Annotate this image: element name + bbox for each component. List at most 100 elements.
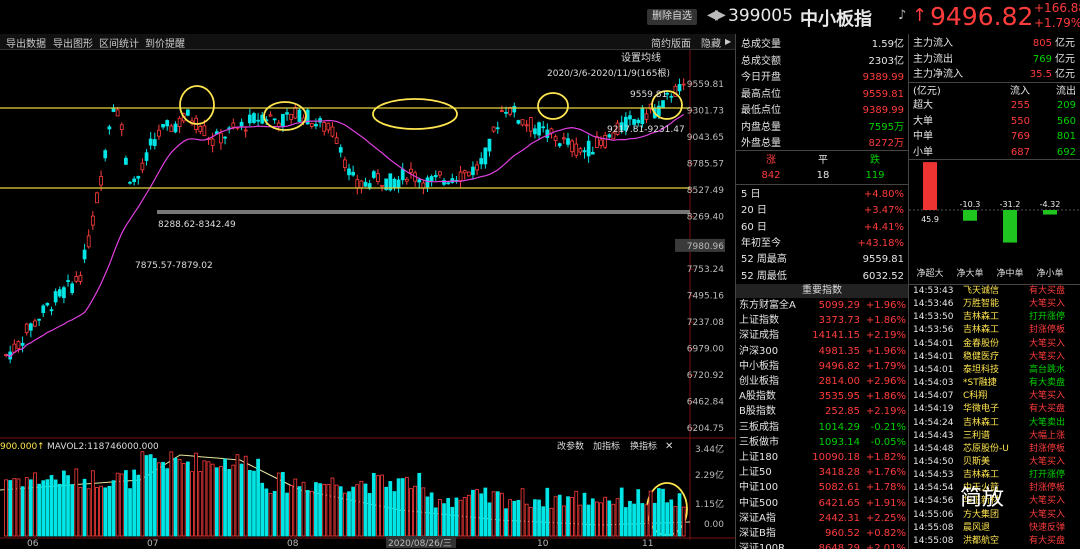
candle[interactable] <box>318 116 322 128</box>
index-row[interactable]: 上证50 3418.28 +1.76% <box>736 465 908 480</box>
ma-settings-button[interactable]: 设置均线 <box>621 51 661 64</box>
alert-row[interactable]: 14:54:07 C科翔 大笔买入 <box>909 390 1080 403</box>
candle[interactable] <box>429 174 434 187</box>
alert-row[interactable]: 14:54:48 芯原股份-U 封涨停板 <box>909 443 1080 456</box>
candle[interactable] <box>561 132 566 144</box>
candle[interactable] <box>483 147 488 169</box>
alert-row[interactable]: 14:53:50 吉林森工 打开涨停 <box>909 311 1080 324</box>
candle[interactable] <box>223 136 227 145</box>
candle[interactable] <box>161 123 165 130</box>
candle[interactable] <box>404 176 409 185</box>
candle[interactable] <box>557 142 562 148</box>
candle[interactable] <box>8 345 13 364</box>
remove-watchlist-button[interactable]: 删除自选 <box>647 9 697 25</box>
candle[interactable] <box>239 118 244 131</box>
alert-row[interactable]: 14:54:50 贝斯美 大笔买入 <box>909 456 1080 469</box>
alert-row[interactable]: 14:55:08 洪都航空 有大买盘 <box>909 535 1080 548</box>
candle[interactable] <box>413 170 417 187</box>
candle[interactable] <box>590 146 595 155</box>
candle[interactable] <box>582 147 587 159</box>
candle[interactable] <box>57 286 62 298</box>
candle[interactable] <box>148 131 153 150</box>
candle[interactable] <box>433 170 438 182</box>
candle[interactable] <box>128 180 132 185</box>
candle[interactable] <box>41 304 46 317</box>
candle[interactable] <box>124 155 128 165</box>
index-row[interactable]: 深证成指 14141.15 +2.19% <box>736 328 908 343</box>
candle[interactable] <box>20 336 25 353</box>
candle[interactable] <box>252 111 256 125</box>
candle[interactable] <box>388 173 393 192</box>
candle[interactable] <box>12 339 17 353</box>
candle[interactable] <box>454 176 459 184</box>
candle[interactable] <box>376 169 380 185</box>
candle[interactable] <box>425 175 430 192</box>
candle[interactable] <box>400 162 405 185</box>
candle[interactable] <box>322 120 327 136</box>
index-row[interactable]: A股指数 3535.95 +1.86% <box>736 389 908 404</box>
candle[interactable] <box>260 111 265 125</box>
alert-row[interactable]: 14:54:19 华微电子 有大买盘 <box>909 403 1080 416</box>
candle[interactable] <box>70 281 75 296</box>
candle[interactable] <box>198 124 203 135</box>
next-stock-icon[interactable]: ▶ <box>715 7 726 23</box>
candle[interactable] <box>185 109 190 117</box>
candle[interactable] <box>62 285 66 304</box>
candle[interactable] <box>190 117 194 126</box>
candle[interactable] <box>669 93 674 103</box>
candle[interactable] <box>574 137 579 159</box>
candle[interactable] <box>152 132 157 150</box>
candle[interactable] <box>537 121 541 139</box>
candle[interactable] <box>450 173 455 184</box>
index-row[interactable]: 东方财富全A 5099.29 +1.96% <box>736 298 908 313</box>
candle[interactable] <box>37 318 41 326</box>
close-icon[interactable]: ✕ <box>665 441 673 452</box>
price-alert-button[interactable]: 到价提醒 <box>145 35 185 50</box>
candle[interactable] <box>371 169 376 180</box>
candle[interactable] <box>516 119 521 125</box>
index-row[interactable]: 中证500 6421.65 +1.91% <box>736 496 908 511</box>
candle[interactable] <box>462 169 467 180</box>
candle[interactable] <box>119 122 124 137</box>
candle[interactable] <box>392 177 397 191</box>
edit-params-button[interactable]: 改参数 <box>557 440 584 452</box>
candle[interactable] <box>347 163 351 181</box>
kline-chart-area[interactable]: 9559.81 9301.73 9043.65 8785.57 8527.49 8269.… <box>0 50 735 549</box>
candle[interactable] <box>545 123 550 143</box>
candle[interactable] <box>384 178 389 191</box>
alert-row[interactable]: 14:54:01 泰坦科技 高台跳水 <box>909 364 1080 377</box>
candle[interactable] <box>140 158 145 174</box>
hide-arrow-icon[interactable]: ▶ <box>725 37 731 46</box>
switch-indicator-button[interactable]: 换指标 <box>630 440 657 452</box>
alert-row[interactable]: 14:55:08 晨风退 快速反弹 <box>909 522 1080 535</box>
candle[interactable] <box>586 135 591 163</box>
candle[interactable] <box>82 243 87 264</box>
candle[interactable] <box>334 132 339 144</box>
candle[interactable] <box>524 120 529 132</box>
index-row[interactable]: 三板做市 1093.14 -0.05% <box>736 435 908 450</box>
candle[interactable] <box>479 152 484 170</box>
candle[interactable] <box>466 171 471 177</box>
candle[interactable] <box>289 113 294 124</box>
index-row[interactable]: 沪深300 4981.35 +1.96% <box>736 344 908 359</box>
index-row[interactable]: 深证B指 960.52 +0.82% <box>736 526 908 541</box>
add-indicator-button[interactable]: 加指标 <box>593 440 620 452</box>
candle[interactable] <box>471 161 475 180</box>
candle[interactable] <box>256 113 260 127</box>
candle[interactable] <box>297 108 302 123</box>
candle[interactable] <box>78 271 83 285</box>
candle[interactable] <box>28 322 33 338</box>
candle[interactable] <box>132 176 137 186</box>
candle[interactable] <box>351 165 355 177</box>
candle[interactable] <box>338 144 343 158</box>
candle[interactable] <box>247 108 252 127</box>
candle[interactable] <box>500 105 504 113</box>
hide-button[interactable]: 隐藏 <box>701 35 721 50</box>
candle[interactable] <box>243 127 248 138</box>
candle[interactable] <box>363 177 368 187</box>
alert-row[interactable]: 14:54:01 稳健医疗 大笔买入 <box>909 351 1080 364</box>
candle[interactable] <box>103 148 108 162</box>
candle[interactable] <box>396 175 401 193</box>
candle[interactable] <box>53 288 58 306</box>
candle[interactable] <box>343 156 347 172</box>
